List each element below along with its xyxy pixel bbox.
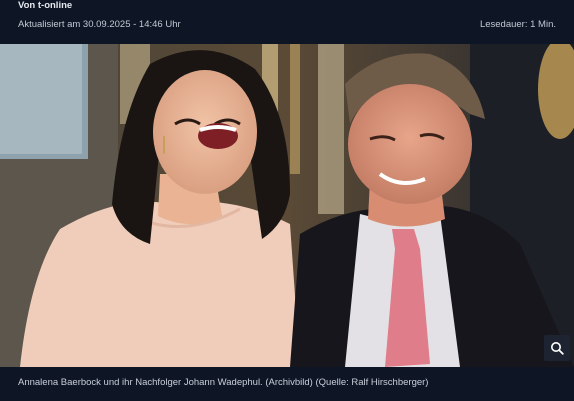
article-meta: Aktualisiert am 30.09.2025 - 14:46 Uhr L… (18, 19, 556, 30)
article-header: Von t-online Aktualisiert am 30.09.2025 … (0, 0, 574, 44)
image-caption: Annalena Baerbock und ihr Nachfolger Joh… (18, 377, 429, 388)
zoom-button[interactable] (544, 335, 570, 361)
photo-illustration (0, 44, 574, 367)
reading-time: Lesedauer: 1 Min. (479, 19, 556, 30)
updated-timestamp: Aktualisiert am 30.09.2025 - 14:46 Uhr (18, 19, 181, 30)
source-label: Von t-online (18, 0, 73, 11)
article-photo[interactable] (0, 44, 574, 367)
magnifier-icon (550, 341, 564, 355)
